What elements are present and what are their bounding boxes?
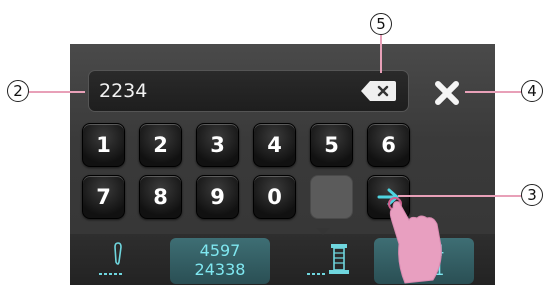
callout-line-5	[380, 33, 382, 73]
bobbin-icon	[307, 244, 349, 275]
close-icon	[435, 81, 459, 105]
callout-5: 5	[370, 13, 392, 35]
close-button[interactable]	[430, 78, 464, 108]
key-4[interactable]: 4	[253, 123, 296, 167]
needle-counter[interactable]: 4597 24338	[170, 238, 270, 284]
callout-4: 4	[521, 80, 543, 102]
needle-icon	[99, 242, 123, 275]
key-5[interactable]: 5	[310, 123, 353, 167]
key-1[interactable]: 1	[82, 123, 125, 167]
key-9[interactable]: 9	[196, 175, 239, 219]
key-7[interactable]: 7	[82, 175, 125, 219]
key-3[interactable]: 3	[196, 123, 239, 167]
pointer-notch	[316, 228, 330, 235]
numeric-entry-screen: 2234 1 2 3 4 5 6 7 8 9 0 4597 24338	[70, 44, 495, 285]
callout-line-2	[29, 91, 85, 93]
callout-3: 3	[521, 184, 543, 206]
finger-press-icon	[388, 197, 442, 284]
needle-counter-bottom: 24338	[194, 260, 246, 279]
key-6[interactable]: 6	[367, 123, 410, 167]
key-8[interactable]: 8	[139, 175, 182, 219]
callout-line-4	[465, 91, 522, 93]
key-2[interactable]: 2	[139, 123, 182, 167]
backspace-icon	[361, 81, 396, 101]
display-value: 2234	[99, 80, 148, 102]
callout-line-3	[398, 195, 522, 197]
needle-counter-top: 4597	[199, 241, 241, 260]
backspace-button[interactable]	[360, 79, 398, 103]
key-0[interactable]: 0	[253, 175, 296, 219]
key-blank	[310, 175, 353, 219]
callout-2: 2	[7, 80, 29, 102]
